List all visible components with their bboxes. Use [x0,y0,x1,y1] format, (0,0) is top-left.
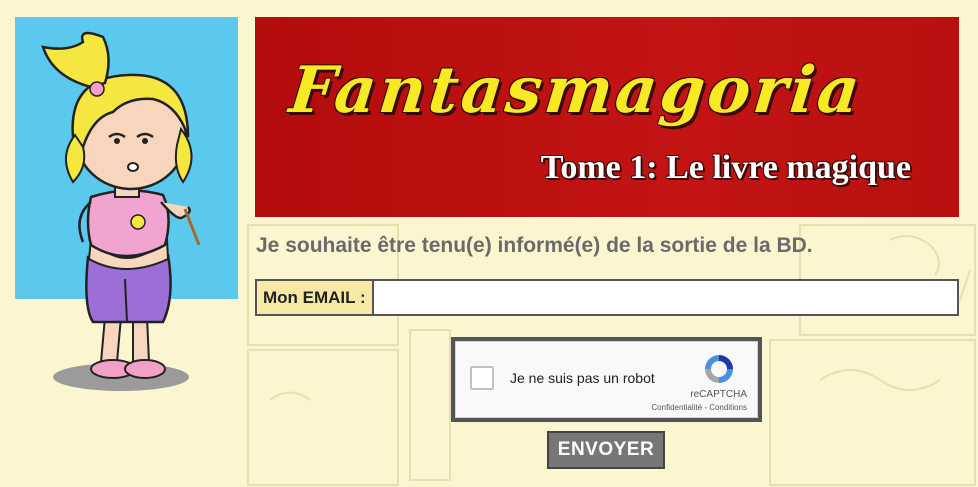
cartoon-girl-illustration [13,17,238,397]
recaptcha-terms-link[interactable]: Confidentialité - Conditions [651,403,747,412]
submit-button[interactable]: ENVOYER [547,431,665,469]
recaptcha-widget: Je ne suis pas un robot reCAPTCHA Confid… [455,341,758,418]
girl-character-drawing [41,31,201,391]
banner-title: Fantasmagoria [286,53,867,128]
email-input[interactable] [373,281,957,314]
email-row: Mon EMAIL : [255,279,959,316]
captcha-frame: Je ne suis pas un robot reCAPTCHA Confid… [451,337,762,422]
banner-subtitle: Tome 1: Le livre magique [540,149,911,186]
notify-heading: Je souhaite être tenu(e) informé(e) de l… [256,234,813,257]
title-banner: Fantasmagoria Tome 1: Le livre magique [255,17,959,217]
captcha-checkbox-label: Je ne suis pas un robot [510,370,655,386]
recaptcha-brand: reCAPTCHA [690,389,747,400]
recaptcha-logo-icon [705,355,733,383]
captcha-checkbox[interactable] [470,366,494,390]
email-label: Mon EMAIL : [257,281,374,314]
